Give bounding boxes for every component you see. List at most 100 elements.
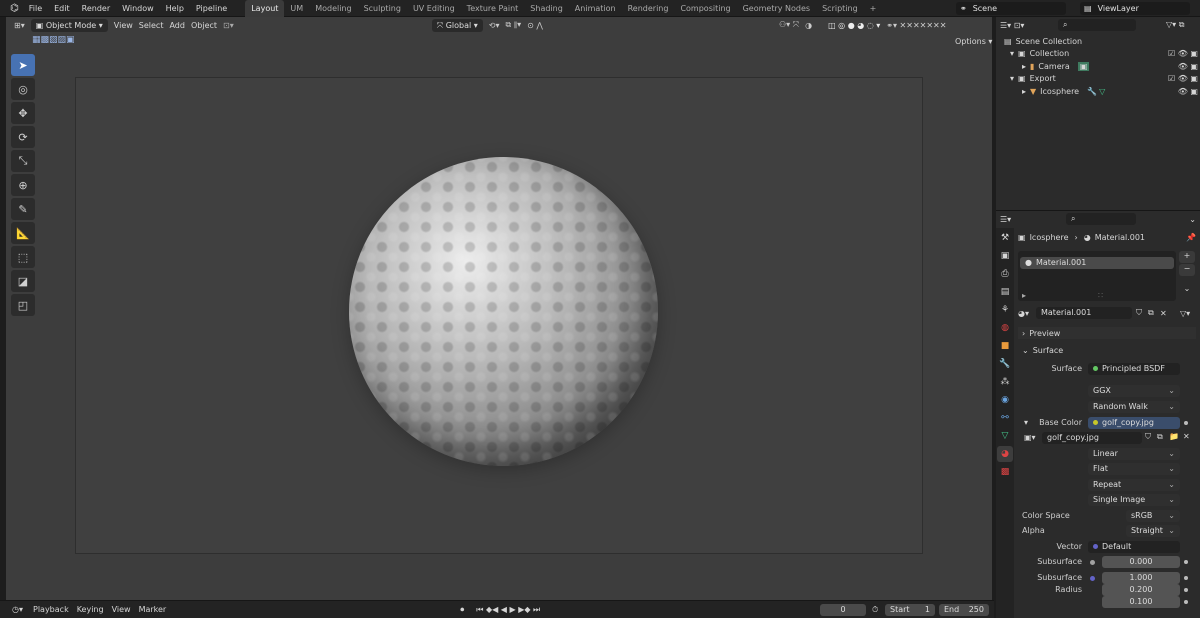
- outliner-item-collection[interactable]: ▾ ▣ Collection ☑ 👁 ▣: [1010, 47, 1198, 59]
- shape-tool-icon[interactable]: ◪: [11, 270, 35, 292]
- color-space-dropdown[interactable]: sRGB ⌄: [1126, 510, 1180, 522]
- tab-geometry-nodes[interactable]: Geometry Nodes: [737, 0, 816, 17]
- material-slot-list[interactable]: ● Material.001 ▸ ∷: [1018, 251, 1176, 301]
- keyframe-dot-icon[interactable]: [1184, 576, 1188, 580]
- image-browse-icon[interactable]: ▣▾: [1024, 433, 1036, 442]
- menu-select[interactable]: Select: [139, 21, 164, 30]
- options-dropdown[interactable]: Options ▾: [955, 37, 992, 46]
- tab-shading[interactable]: Shading: [524, 0, 569, 17]
- image-open-folder-icon[interactable]: 📁: [1169, 432, 1179, 441]
- tab-rendering[interactable]: Rendering: [622, 0, 675, 17]
- view-layer-tab-icon[interactable]: ▤: [997, 284, 1013, 300]
- outliner-item-export[interactable]: ▾ ▣ Export ☑ 👁 ▣: [1010, 72, 1198, 84]
- material-browse-icon[interactable]: ◕▾: [1018, 309, 1029, 318]
- menu-object[interactable]: Object: [191, 21, 217, 30]
- scale-tool-icon[interactable]: ⤡: [11, 150, 35, 172]
- image-unlink-icon[interactable]: ✕: [1183, 432, 1190, 441]
- tab-texture-paint[interactable]: Texture Paint: [461, 0, 525, 17]
- extension-dropdown[interactable]: Repeat ⌄: [1088, 479, 1180, 491]
- menu-timeline-view[interactable]: View: [112, 605, 131, 614]
- outliner-scene-collection[interactable]: ▤ Scene Collection: [1004, 35, 1082, 47]
- menu-file[interactable]: File: [23, 0, 48, 17]
- transform-tool-icon[interactable]: ⊕: [11, 174, 35, 196]
- unlink-material-icon[interactable]: ✕: [1160, 309, 1167, 318]
- subsurface-field[interactable]: 0.000: [1102, 556, 1180, 568]
- select-tool-icon[interactable]: ➤: [11, 54, 35, 76]
- menu-view[interactable]: View: [114, 21, 133, 30]
- link-mode-icon[interactable]: ▽▾: [1180, 309, 1190, 318]
- start-frame-field[interactable]: Start 1: [885, 604, 935, 616]
- modifier-wrench-icon[interactable]: 🔧: [1087, 87, 1097, 96]
- properties-editor-icon[interactable]: ☰▾: [1000, 215, 1011, 224]
- slot-list-resize-icon[interactable]: ∷: [1098, 291, 1103, 300]
- source-dropdown[interactable]: Single Image ⌄: [1088, 494, 1180, 506]
- properties-search-input[interactable]: ⌕: [1066, 213, 1136, 225]
- cursor-tool-icon[interactable]: ◎: [11, 78, 35, 100]
- expand-icon[interactable]: ▾: [1010, 74, 1014, 83]
- physics-tab-icon[interactable]: ◉: [997, 392, 1013, 408]
- pin-icon[interactable]: 📌: [1186, 233, 1196, 242]
- orientation-dropdown[interactable]: ⤧ Global ▾: [431, 18, 483, 32]
- image-duplicate-icon[interactable]: ⧉: [1157, 432, 1163, 442]
- keyframe-dot-icon[interactable]: [1184, 560, 1188, 564]
- expand-icon[interactable]: ▸: [1022, 62, 1026, 71]
- add-workspace-button[interactable]: +: [864, 0, 883, 17]
- menu-pipeline[interactable]: Pipeline: [190, 0, 233, 17]
- object-tab-icon[interactable]: ■: [997, 338, 1013, 354]
- render-tab-icon[interactable]: ▣: [997, 248, 1013, 264]
- menu-keying[interactable]: Keying: [77, 605, 104, 614]
- slot-specials-icon[interactable]: ⌄: [1179, 284, 1195, 296]
- outliner-editor-icon[interactable]: ☰▾ ⊡▾: [1000, 21, 1024, 30]
- expand-icon[interactable]: ▸: [1022, 87, 1026, 96]
- outliner-item-icosphere[interactable]: ▸ ▼ Icosphere 🔧 ▽ 👁 ▣: [1022, 85, 1198, 97]
- preview-panel-header[interactable]: › Preview: [1018, 327, 1196, 339]
- measure-tool-icon[interactable]: 📐: [11, 222, 35, 244]
- expand-icon[interactable]: ▾: [1010, 49, 1014, 58]
- subsurface-radius-z[interactable]: 0.100: [1102, 596, 1180, 608]
- tab-animation[interactable]: Animation: [569, 0, 622, 17]
- end-frame-field[interactable]: End 250: [939, 604, 989, 616]
- visibility-icon[interactable]: ⚇▾ ⤧: [779, 20, 799, 30]
- rotate-tool-icon[interactable]: ⟳: [11, 126, 35, 148]
- menu-help[interactable]: Help: [160, 0, 190, 17]
- menu-edit[interactable]: Edit: [48, 0, 76, 17]
- record-icon[interactable]: ⏺: [460, 605, 464, 615]
- duplicate-material-icon[interactable]: ⧉: [1148, 308, 1154, 318]
- tab-scripting[interactable]: Scripting: [816, 0, 864, 17]
- constraints-tab-icon[interactable]: ⚯: [997, 410, 1013, 426]
- select-mode-icons[interactable]: ▦▩▨▨▣: [32, 35, 75, 45]
- collapse-icon[interactable]: ⌄: [1189, 215, 1196, 224]
- world-tab-icon[interactable]: ◍: [997, 320, 1013, 336]
- tab-compositing[interactable]: Compositing: [674, 0, 736, 17]
- visibility-toggle-icons[interactable]: ☑ 👁 ▣: [1168, 74, 1198, 83]
- camera-data-icon[interactable]: ▣: [1077, 61, 1090, 71]
- clock-icon[interactable]: ◷▾: [12, 605, 23, 614]
- tab-modeling[interactable]: Modeling: [309, 0, 357, 17]
- outliner-search-input[interactable]: ⌕: [1058, 19, 1136, 31]
- surface-shader-field[interactable]: Principled BSDF: [1088, 363, 1180, 375]
- bend-tool-icon[interactable]: ◰: [11, 294, 35, 316]
- overlay-select-icon[interactable]: ⊡▾: [223, 21, 234, 30]
- interpolation-dropdown[interactable]: Linear ⌄: [1088, 448, 1180, 460]
- menu-render[interactable]: Render: [76, 0, 116, 17]
- image-fake-user-icon[interactable]: ⛉: [1145, 432, 1151, 442]
- playback-controls-icon[interactable]: ⏮ ◆◀ ◀ ▶ ▶◆ ⏭: [476, 605, 540, 615]
- annotate-tool-icon[interactable]: ✎: [11, 198, 35, 220]
- move-tool-icon[interactable]: ✥: [11, 102, 35, 124]
- keyframe-dot-icon[interactable]: [1184, 588, 1188, 592]
- surface-panel-header[interactable]: ⌄ Surface: [1018, 344, 1196, 356]
- overlays-icon[interactable]: ⚭▾ ✕✕✕✕✕✕✕: [886, 21, 946, 30]
- blender-logo-icon[interactable]: ⌬: [10, 3, 19, 14]
- current-frame-field[interactable]: 0: [820, 604, 866, 616]
- pivot-icon[interactable]: ⟲▾: [489, 21, 500, 30]
- remove-slot-button[interactable]: −: [1179, 264, 1195, 276]
- mesh-data-icon[interactable]: ▽: [1099, 87, 1105, 96]
- tab-layout[interactable]: Layout: [245, 0, 285, 17]
- image-name-field[interactable]: golf_copy.jpg: [1042, 432, 1142, 444]
- menu-window[interactable]: Window: [116, 0, 160, 17]
- stopwatch-icon[interactable]: ⏱: [872, 605, 878, 615]
- data-tab-icon[interactable]: ▽: [997, 428, 1013, 444]
- camera-view-icon[interactable]: ◑: [805, 21, 812, 30]
- keyframe-dot-icon[interactable]: [1184, 421, 1188, 425]
- subsurface-method-dropdown[interactable]: Random Walk ⌄: [1088, 401, 1180, 413]
